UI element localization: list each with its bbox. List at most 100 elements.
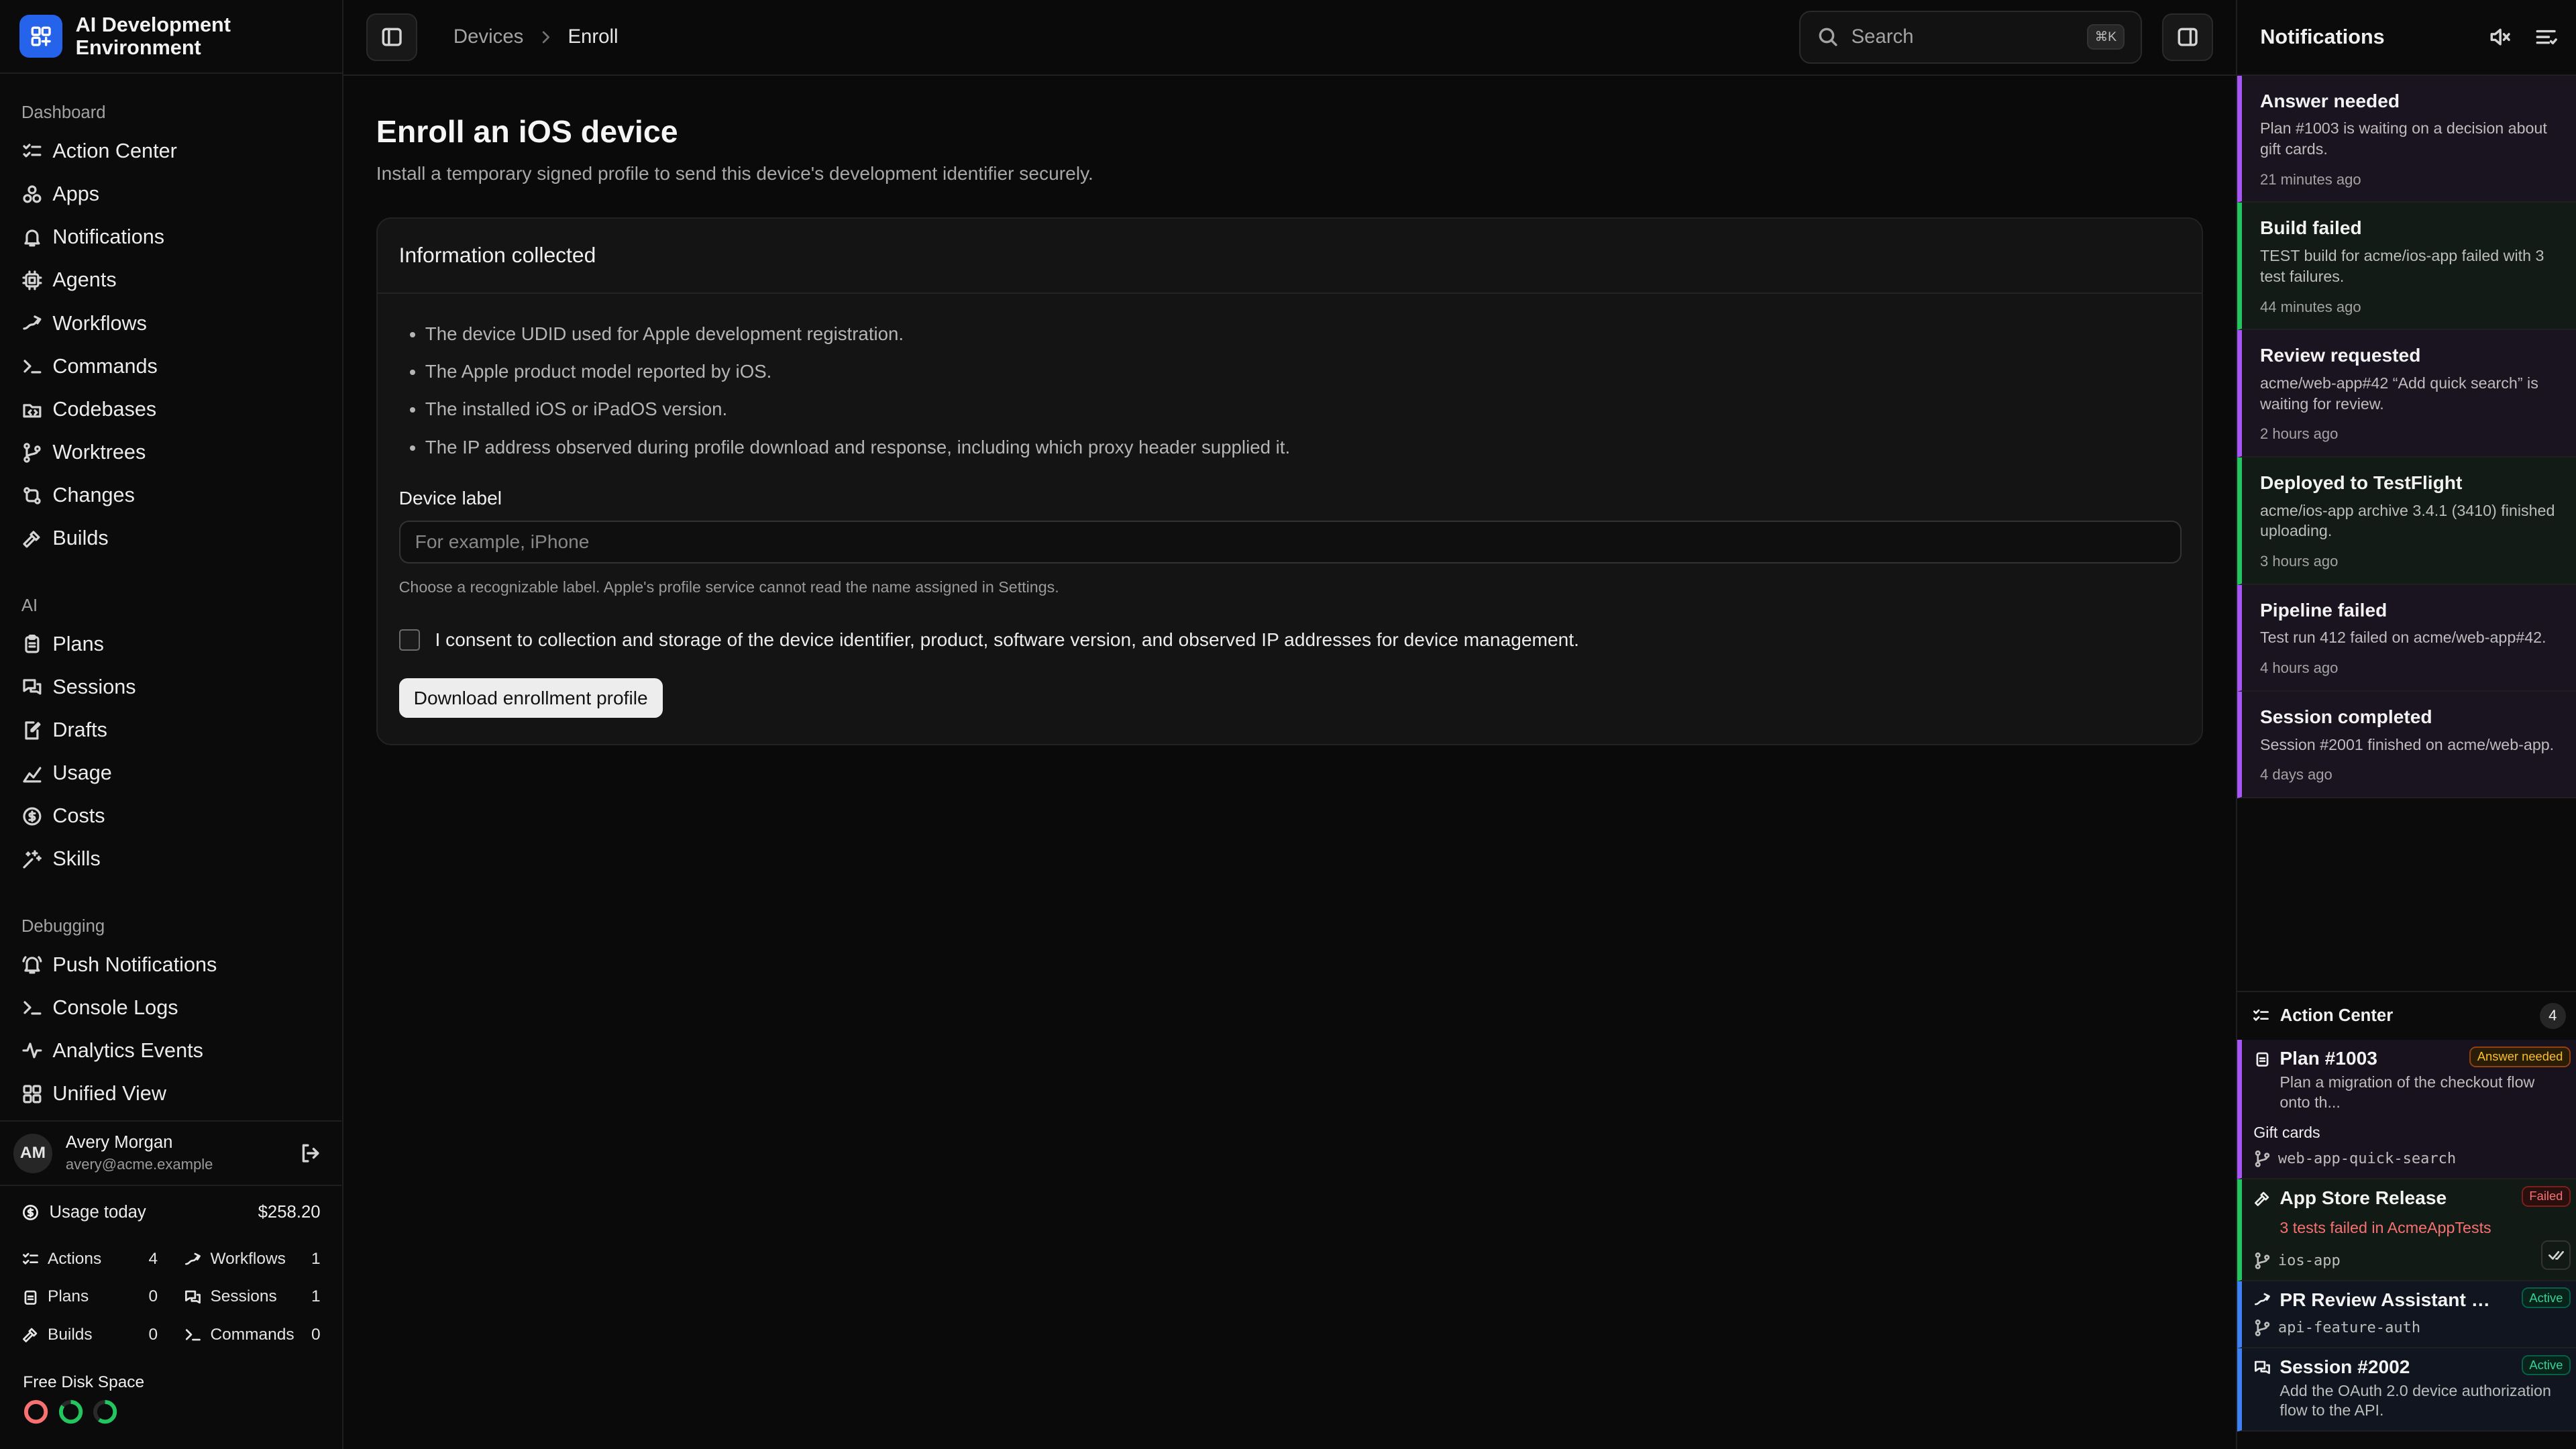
usage-amount: $258.20 xyxy=(258,1202,321,1222)
sidebar-item-push-notifications[interactable]: Push Notifications xyxy=(0,943,342,986)
avatar: AM xyxy=(13,1133,53,1173)
status-badge: Active xyxy=(2521,1354,2571,1376)
mark-all-read-icon[interactable] xyxy=(2534,25,2558,48)
chat-icon xyxy=(23,679,42,695)
notification-body: TEST build for acme/ios-app failed with … xyxy=(2259,247,2544,285)
action-desc: Plan a migration of the checkout flow on… xyxy=(2279,1073,2535,1111)
sidebar-item-changes[interactable]: Changes xyxy=(0,474,342,517)
bell-icon xyxy=(24,229,40,247)
list-item: The installed iOS or iPadOS version. xyxy=(425,392,2180,430)
notification-item[interactable]: Review requested acme/web-app#42 “Add qui… xyxy=(2237,330,2576,458)
notification-item[interactable]: Session completed Session #2001 finished … xyxy=(2237,691,2576,798)
sidebar-item-notifications[interactable]: Notifications xyxy=(0,216,342,259)
breadcrumb: Devices Enroll xyxy=(453,25,619,48)
notification-item[interactable]: Deployed to TestFlight acme/ios-app archi… xyxy=(2237,457,2576,585)
sidebar-item-label: Drafts xyxy=(52,718,107,741)
branch-name: web-app-quick-search xyxy=(2277,1150,2457,1168)
action-item-pr-review[interactable]: PR Review Assistant #4... Active api-fea… xyxy=(2237,1281,2576,1348)
breadcrumb-enroll: Enroll xyxy=(568,25,619,48)
disk-ring xyxy=(24,1400,48,1424)
sidebar-item-analytics-events[interactable]: Analytics Events xyxy=(0,1029,342,1072)
notification-item[interactable]: Pipeline failed Test run 412 failed on ac… xyxy=(2237,584,2576,692)
brand[interactable]: AI Development Environment xyxy=(0,0,342,74)
sidebar-item-label: Skills xyxy=(52,847,101,871)
action-item-plan[interactable]: Plan #1003 Answer needed Plan a migratio… xyxy=(2237,1040,2576,1180)
sidebar-item-codebases[interactable]: Codebases xyxy=(0,388,342,431)
notification-body: acme/ios-app archive 3.4.1 (3410) finish… xyxy=(2259,501,2555,540)
device-label-input[interactable] xyxy=(398,521,2182,564)
notification-item[interactable]: Answer needed Plan #1003 is waiting on a … xyxy=(2237,75,2576,203)
usage-label: Usage today xyxy=(49,1202,146,1222)
toggle-sidebar-button[interactable] xyxy=(366,13,418,61)
list-checks-icon xyxy=(2253,1009,2269,1021)
consent-checkbox[interactable] xyxy=(398,629,421,651)
workflow-icon xyxy=(23,315,42,330)
stat-builds: Builds 0 xyxy=(21,1316,158,1354)
sidebar-item-label: Agents xyxy=(52,268,117,292)
panel-right-icon xyxy=(2178,28,2198,46)
sidebar-item-worktrees[interactable]: Worktrees xyxy=(0,431,342,474)
download-profile-button[interactable]: Download enrollment profile xyxy=(398,678,663,718)
sidebar-item-label: Usage xyxy=(52,761,112,785)
notifications-header: Notifications xyxy=(2237,0,2576,76)
logout-icon[interactable] xyxy=(299,1142,322,1165)
action-error: 3 tests failed in AcmeAppTests xyxy=(2279,1219,2491,1237)
sidebar-item-unified-view[interactable]: Unified View xyxy=(0,1072,342,1115)
notification-body: Plan #1003 is waiting on a decision abou… xyxy=(2259,119,2547,158)
notification-item[interactable]: Build failed TEST build for acme/ios-app … xyxy=(2237,203,2576,331)
sidebar-item-plans[interactable]: Plans xyxy=(0,623,342,665)
sidebar-item-apps[interactable]: Apps xyxy=(0,173,342,216)
nav-section-ai: AI xyxy=(21,596,38,615)
notification-title: Review requested xyxy=(2259,345,2421,366)
sidebar-item-commands[interactable]: Commands xyxy=(0,345,342,388)
device-label-heading: Device label xyxy=(398,488,502,509)
sidebar-item-workflows[interactable]: Workflows xyxy=(0,302,342,345)
breadcrumb-devices[interactable]: Devices xyxy=(453,25,523,48)
action-item-session[interactable]: Session #2002 Active Add the OAuth 2.0 d… xyxy=(2237,1348,2576,1432)
notifications-list: Answer needed Plan #1003 is waiting on a … xyxy=(2237,75,2576,798)
nav-section-debugging: Debugging xyxy=(21,916,105,936)
notification-body: Test run 412 failed on acme/web-app#42. xyxy=(2259,629,2546,647)
topbar: Devices Enroll Search ⌘K xyxy=(343,0,2237,76)
sparkle-icon xyxy=(23,850,42,869)
action-title: Plan #1003 xyxy=(2279,1048,2377,1069)
usage-stats: Actions 4 Workflows 1 Plans 0 Sessions 1 xyxy=(21,1240,321,1354)
git-compare-icon xyxy=(23,487,41,504)
sidebar-item-console-logs[interactable]: Console Logs xyxy=(0,986,342,1029)
sidebar-item-usage[interactable]: Usage xyxy=(0,752,342,795)
sidebar-item-action-center[interactable]: Action Center xyxy=(0,129,342,172)
action-center-header: Action Center 4 xyxy=(2237,990,2576,1040)
sidebar-item-label: Workflows xyxy=(52,311,147,335)
card-title: Information collected xyxy=(377,219,2202,294)
sidebar-item-label: Notifications xyxy=(52,225,165,249)
mute-icon[interactable] xyxy=(2489,25,2512,48)
stat-label: Sessions xyxy=(210,1287,277,1306)
sidebar-item-builds[interactable]: Builds xyxy=(0,517,342,560)
action-item-app-store-release[interactable]: App Store Release Failed 3 tests failed … xyxy=(2237,1179,2576,1281)
sidebar-item-costs[interactable]: Costs xyxy=(0,795,342,838)
usage-summary: Usage today $258.20 Actions 4 Workflows … xyxy=(0,1194,341,1354)
list-item: The IP address observed during profile d… xyxy=(425,430,2180,468)
stat-sessions: Sessions 1 xyxy=(184,1278,321,1316)
action-center-title: Action Center xyxy=(2279,1006,2394,1025)
sidebar-item-skills[interactable]: Skills xyxy=(0,838,342,881)
status-badge: Active xyxy=(2521,1287,2571,1309)
search-input[interactable]: Search ⌘K xyxy=(1799,11,2143,64)
notifications-panel: Notifications Answer needed Plan #1003 is… xyxy=(2237,0,2576,1449)
user-profile[interactable]: AM Avery Morgan avery@acme.example xyxy=(0,1120,342,1187)
dollar-icon xyxy=(23,807,42,826)
terminal-icon xyxy=(186,1329,201,1341)
notification-body: Session #2001 finished on acme/web-app. xyxy=(2259,735,2555,753)
check-double-icon[interactable] xyxy=(2541,1240,2571,1270)
toggle-panel-button[interactable] xyxy=(2161,13,2213,61)
notifications-title: Notifications xyxy=(2260,25,2385,48)
list-item: The device UDID used for Apple developme… xyxy=(425,317,2180,354)
chevron-right-icon xyxy=(537,28,555,46)
notification-title: Answer needed xyxy=(2259,90,2400,111)
sidebar-item-sessions[interactable]: Sessions xyxy=(0,665,342,708)
stat-label: Actions xyxy=(48,1250,102,1269)
list-checks-icon xyxy=(22,1252,38,1265)
sidebar-item-drafts[interactable]: Drafts xyxy=(0,708,342,751)
sidebar: AI Development Environment Dashboard Act… xyxy=(0,0,343,1449)
sidebar-item-agents[interactable]: Agents xyxy=(0,259,342,302)
